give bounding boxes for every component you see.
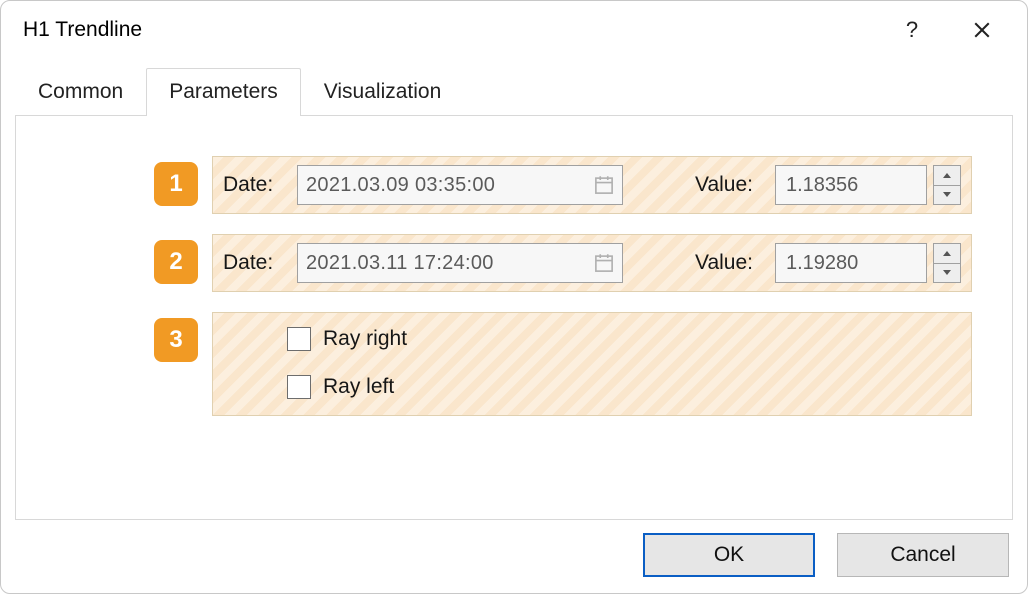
param-row-2: 2 Date: 2021.03.11 17:24:00 bbox=[154, 234, 984, 292]
ray-left-checkbox[interactable] bbox=[287, 375, 311, 399]
date-input-1[interactable]: 2021.03.09 03:35:00 bbox=[297, 165, 623, 205]
value-input-2[interactable]: 1.19280 bbox=[775, 243, 927, 283]
tab-common[interactable]: Common bbox=[15, 68, 146, 116]
value-text-1: 1.18356 bbox=[786, 174, 858, 197]
dialog-window: H1 Trendline ? Common Parameters Visuali… bbox=[0, 0, 1028, 594]
spin-down-2[interactable] bbox=[934, 264, 960, 283]
ray-right-label: Ray right bbox=[323, 327, 407, 351]
tab-row: Common Parameters Visualization bbox=[15, 61, 1013, 115]
date-value-2: 2021.03.11 17:24:00 bbox=[306, 252, 494, 275]
value-text-2: 1.19280 bbox=[786, 252, 858, 275]
value-label-2: Value: bbox=[677, 251, 753, 275]
date-value-1: 2021.03.09 03:35:00 bbox=[306, 174, 495, 197]
tab-panel: 1 Date: 2021.03.09 03:35:00 bbox=[15, 115, 1013, 520]
value-spinner-1 bbox=[933, 165, 961, 205]
titlebar-controls: ? bbox=[897, 15, 1015, 45]
param-row-3: 3 Ray right Ray left bbox=[154, 312, 984, 416]
ok-button[interactable]: OK bbox=[643, 533, 815, 577]
close-icon bbox=[973, 21, 991, 39]
chevron-down-icon bbox=[942, 191, 952, 198]
highlight-stripe-1: Date: 2021.03.09 03:35:00 Value: bbox=[212, 156, 972, 214]
spin-up-1[interactable] bbox=[934, 166, 960, 186]
tab-visualization[interactable]: Visualization bbox=[301, 68, 465, 116]
annotation-marker-2: 2 bbox=[154, 240, 198, 284]
value-input-1[interactable]: 1.18356 bbox=[775, 165, 927, 205]
chevron-down-icon bbox=[942, 269, 952, 276]
value-label-1: Value: bbox=[677, 173, 753, 197]
chevron-up-icon bbox=[942, 250, 952, 257]
ray-right-checkbox[interactable] bbox=[287, 327, 311, 351]
close-button[interactable] bbox=[967, 15, 997, 45]
date-input-2[interactable]: 2021.03.11 17:24:00 bbox=[297, 243, 623, 283]
ray-left-label: Ray left bbox=[323, 375, 394, 399]
value-spinner-2 bbox=[933, 243, 961, 283]
calendar-icon[interactable] bbox=[594, 253, 614, 273]
window-title: H1 Trendline bbox=[23, 18, 142, 42]
question-icon: ? bbox=[906, 17, 918, 43]
date-label-1: Date: bbox=[223, 173, 285, 197]
cancel-button[interactable]: Cancel bbox=[837, 533, 1009, 577]
title-bar: H1 Trendline ? bbox=[1, 1, 1027, 59]
annotation-marker-3: 3 bbox=[154, 318, 198, 362]
calendar-icon[interactable] bbox=[594, 175, 614, 195]
date-label-2: Date: bbox=[223, 251, 285, 275]
ray-left-row: Ray left bbox=[287, 375, 394, 399]
spin-up-2[interactable] bbox=[934, 244, 960, 264]
tab-parameters[interactable]: Parameters bbox=[146, 68, 301, 116]
client-area: Common Parameters Visualization 1 Date: … bbox=[15, 61, 1013, 519]
help-button[interactable]: ? bbox=[897, 15, 927, 45]
spin-down-1[interactable] bbox=[934, 186, 960, 205]
param-row-1: 1 Date: 2021.03.09 03:35:00 bbox=[154, 156, 984, 214]
ray-right-row: Ray right bbox=[287, 327, 407, 351]
chevron-up-icon bbox=[942, 172, 952, 179]
annotation-marker-1: 1 bbox=[154, 162, 198, 206]
highlight-stripe-2: Date: 2021.03.11 17:24:00 Value: bbox=[212, 234, 972, 292]
dialog-footer: OK Cancel bbox=[643, 533, 1009, 577]
highlight-stripe-3: Ray right Ray left bbox=[212, 312, 972, 416]
